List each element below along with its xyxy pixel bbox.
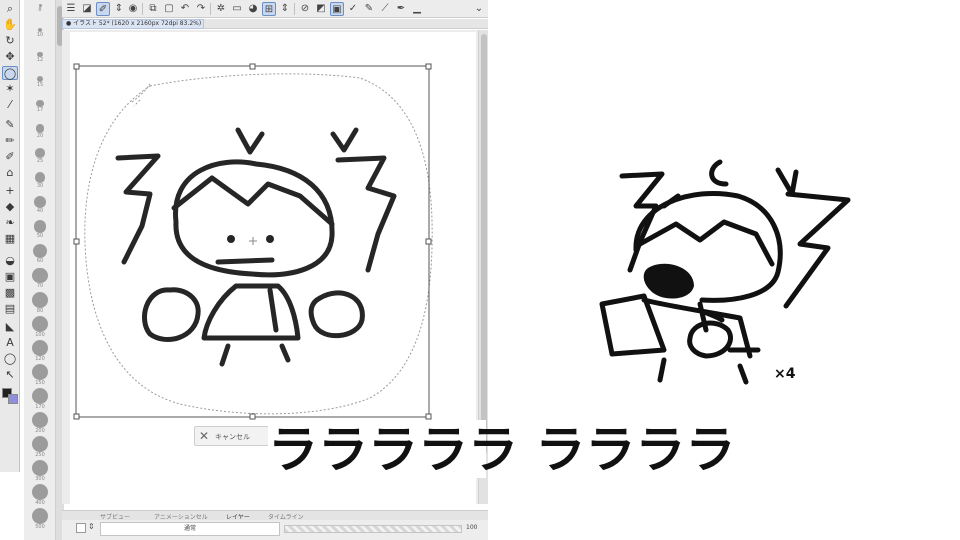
canvas-sketch [115,127,397,367]
lasso-selection-outline [84,73,433,415]
panel-tab-bar: サブビュー アニメーションセル レイヤー タイムライン [62,510,488,521]
transform-handle [73,63,80,70]
center-crosshair-icon [249,237,257,245]
mouth-shape [643,263,694,299]
opacity-value[interactable]: 100 [466,524,477,531]
reference-sketch [599,159,851,385]
cancel-label: キャンセル [215,433,250,441]
opacity-slider[interactable] [284,525,462,533]
transform-handle [249,413,256,420]
transform-handle [425,63,432,70]
blend-mode-select[interactable]: 通常 [100,522,280,536]
multiplier-label: ×4 [774,366,796,382]
eye [227,235,235,243]
transform-handle [73,238,80,245]
transform-handle [73,413,80,420]
stepper-icon[interactable]: ⇕ [88,522,95,531]
transform-cancel-button[interactable]: ✕ キャンセル [194,426,276,446]
close-icon: ✕ [199,429,210,443]
transform-handle [425,238,432,245]
caption-text: ラララララ ララララ [268,421,736,479]
eye [266,235,274,243]
transform-handle [249,63,256,70]
layer-controls: ⇕ 通常 100 [62,520,488,540]
layer-checkbox[interactable] [76,523,86,533]
lasso-stray-mark [131,83,151,103]
app-window: ⌕ ✋ ↻ ✥ ◯ ✶ ⁄ ✎ ✏ ✐ ⌂ + ◆ ❧ ▦ ◒ ▣ ▩ ▤ ◣ … [0,0,960,540]
